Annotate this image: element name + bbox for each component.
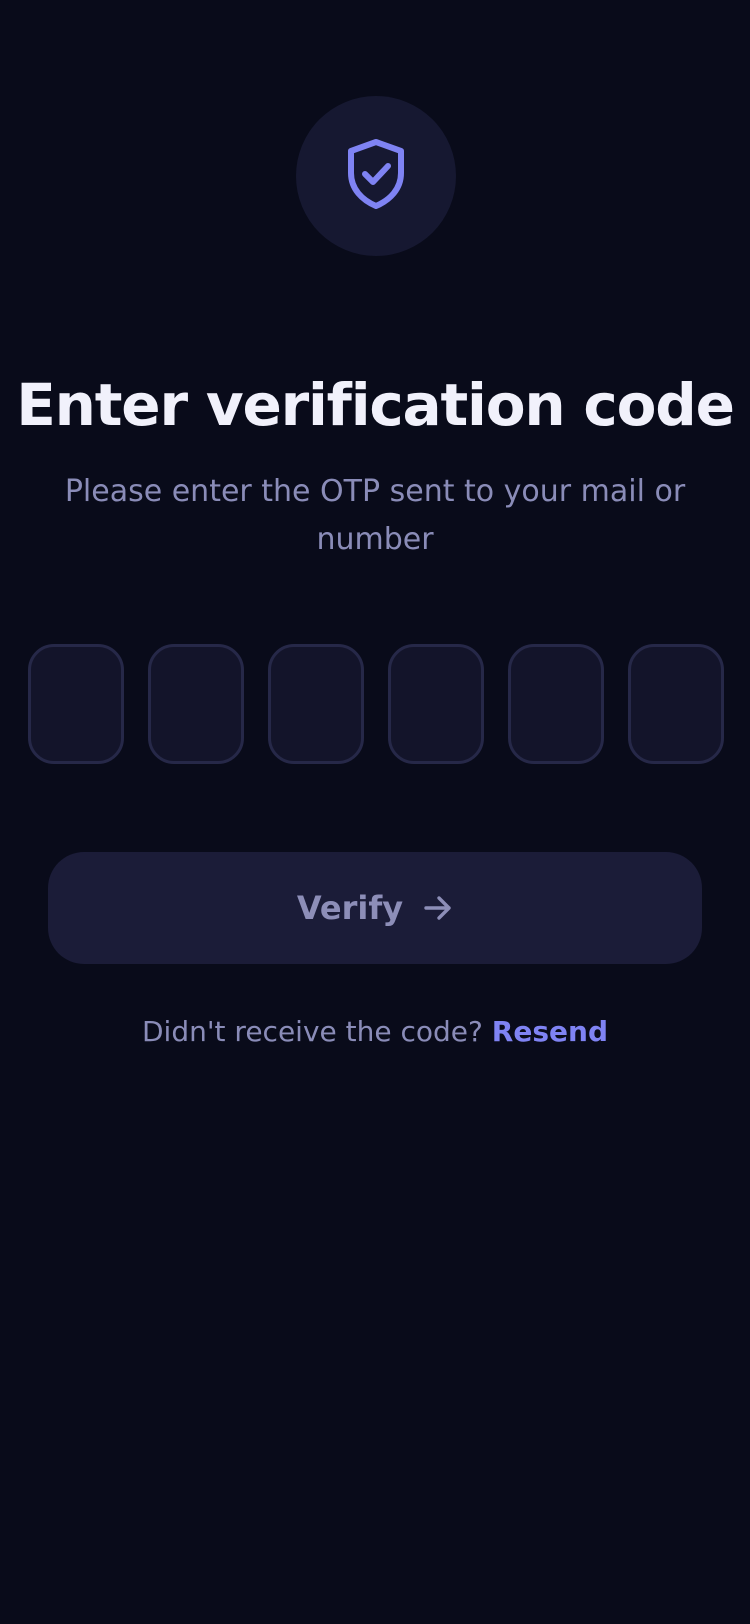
arrow-right-icon (423, 894, 453, 922)
otp-digit-3[interactable] (268, 644, 364, 764)
otp-digit-5[interactable] (508, 644, 604, 764)
verification-screen: Enter verification code Please enter the… (0, 0, 750, 1624)
verify-button-label: Verify (296, 889, 404, 927)
resend-row: Didn't receive the code? Resend (0, 1010, 750, 1054)
otp-digit-6[interactable] (628, 644, 724, 764)
shield-badge (296, 96, 456, 256)
otp-digit-4[interactable] (388, 644, 484, 764)
resend-link[interactable]: Resend (492, 1015, 608, 1048)
shield-check-icon (343, 137, 409, 215)
verify-button[interactable]: Verify (48, 852, 702, 964)
otp-digit-2[interactable] (148, 644, 244, 764)
page-title: Enter verification code (16, 371, 735, 439)
otp-input-group (28, 644, 724, 764)
page-subtitle: Please enter the OTP sent to your mail o… (64, 474, 686, 557)
otp-digit-1[interactable] (28, 644, 124, 764)
resend-prompt: Didn't receive the code? (142, 1015, 492, 1048)
